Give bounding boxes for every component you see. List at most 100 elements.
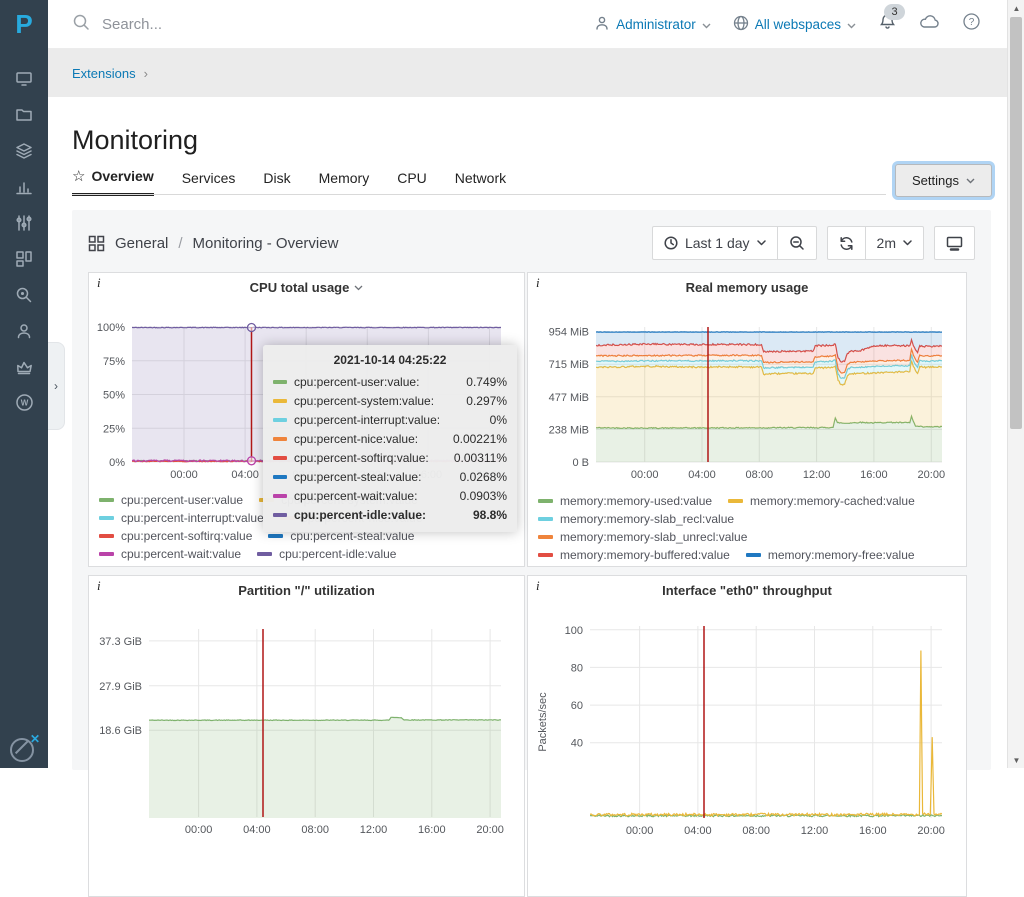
tab-cpu[interactable]: CPU bbox=[397, 167, 427, 196]
tab-label: CPU bbox=[397, 170, 427, 186]
sidebar-item-extensions[interactable] bbox=[0, 243, 48, 279]
global-search[interactable] bbox=[72, 13, 324, 36]
disk-utilization-chart[interactable]: 37.3 GiB27.9 GiB18.6 GiB00:0004:0008:001… bbox=[95, 612, 518, 872]
legend-item[interactable]: memory:memory-free:value bbox=[746, 548, 915, 562]
tooltip-row: cpu:percent-system:value:0.297% bbox=[273, 391, 507, 410]
svg-text:75%: 75% bbox=[103, 356, 125, 368]
sidebar-item-databases[interactable] bbox=[0, 135, 48, 171]
legend-item[interactable]: memory:memory-slab_unrecl:value bbox=[538, 530, 747, 544]
legend-item[interactable]: cpu:percent-user:value bbox=[99, 493, 243, 507]
svg-text:08:00: 08:00 bbox=[746, 469, 774, 481]
monitor-icon bbox=[15, 70, 33, 93]
time-range-label: Last 1 day bbox=[685, 235, 750, 251]
promo-button[interactable]: ✕ bbox=[10, 732, 40, 762]
zoom-out-icon bbox=[789, 235, 805, 251]
svg-text:00:00: 00:00 bbox=[631, 469, 659, 481]
svg-text:80: 80 bbox=[571, 662, 583, 674]
sidebar-item-tools[interactable] bbox=[0, 207, 48, 243]
svg-text:100%: 100% bbox=[97, 322, 125, 334]
sidebar-item-subscriptions[interactable] bbox=[0, 351, 48, 387]
tab-services[interactable]: Services bbox=[182, 167, 236, 196]
legend-item[interactable]: memory:memory-used:value bbox=[538, 494, 712, 508]
chevron-right-icon: › bbox=[54, 379, 58, 393]
plesk-logo[interactable]: P bbox=[0, 0, 48, 48]
search-input[interactable] bbox=[100, 15, 324, 34]
legend-swatch bbox=[538, 553, 553, 557]
legend-swatch bbox=[746, 553, 761, 557]
close-icon[interactable]: ✕ bbox=[30, 732, 40, 746]
legend-swatch bbox=[538, 535, 553, 539]
webspaces-menu[interactable]: All webspaces bbox=[733, 15, 856, 34]
chevron-down-icon bbox=[354, 285, 363, 291]
sidebar-expand-handle[interactable]: › bbox=[48, 342, 65, 430]
info-icon[interactable]: i bbox=[97, 578, 101, 594]
legend-item[interactable]: cpu:percent-idle:value bbox=[257, 547, 396, 561]
tab-overview[interactable]: ☆Overview bbox=[72, 167, 154, 196]
info-icon[interactable]: i bbox=[536, 578, 540, 594]
panel-title[interactable]: CPU total usage bbox=[89, 280, 524, 295]
legend-item[interactable]: cpu:percent-wait:value bbox=[99, 547, 241, 561]
legend-swatch bbox=[268, 534, 283, 538]
topbar: Administrator All webspaces 3 ? bbox=[48, 0, 1007, 49]
tab-disk[interactable]: Disk bbox=[263, 167, 290, 196]
vertical-scrollbar[interactable]: ▲ ▼ bbox=[1007, 0, 1024, 768]
zoom-out-button[interactable] bbox=[777, 226, 817, 260]
legend-swatch bbox=[99, 534, 114, 538]
panel-title[interactable]: Interface "eth0" throughput bbox=[528, 583, 966, 598]
sidebar-item-files[interactable] bbox=[0, 99, 48, 135]
dashboard-name[interactable]: Monitoring - Overview bbox=[193, 235, 339, 252]
scroll-up-arrow[interactable]: ▲ bbox=[1008, 0, 1024, 16]
scroll-down-arrow[interactable]: ▼ bbox=[1008, 752, 1024, 768]
user-menu[interactable]: Administrator bbox=[594, 15, 711, 34]
grafana-controls: Last 1 day 2m bbox=[652, 226, 975, 260]
sidebar-item-wordpress[interactable]: W bbox=[0, 387, 48, 423]
svg-text:12:00: 12:00 bbox=[801, 825, 829, 837]
svg-text:04:00: 04:00 bbox=[688, 469, 716, 481]
scrollbar-thumb[interactable] bbox=[1010, 17, 1022, 429]
sidebar-item-statistics[interactable] bbox=[0, 171, 48, 207]
dashboard-breadcrumb[interactable]: General / Monitoring - Overview bbox=[88, 235, 338, 252]
tab-label: Network bbox=[455, 170, 506, 186]
tooltip-row: cpu:percent-interrupt:value:0% bbox=[273, 410, 507, 429]
time-range-picker[interactable]: Last 1 day bbox=[652, 226, 778, 260]
info-icon[interactable]: i bbox=[536, 275, 540, 291]
clock-icon bbox=[664, 236, 678, 250]
refresh-interval-label: 2m bbox=[877, 235, 896, 251]
kiosk-mode-button[interactable] bbox=[934, 226, 975, 260]
legend-item[interactable]: cpu:percent-interrupt:value bbox=[99, 511, 264, 525]
sidebar-nav: W bbox=[0, 48, 48, 423]
cloud-icon[interactable] bbox=[919, 14, 940, 35]
tab-memory[interactable]: Memory bbox=[319, 167, 370, 196]
tooltip-row: cpu:percent-nice:value:0.00221% bbox=[273, 429, 507, 448]
svg-text:?: ? bbox=[969, 17, 975, 28]
legend-item[interactable]: memory:memory-cached:value bbox=[728, 494, 915, 508]
dashboard-folder[interactable]: General bbox=[115, 235, 168, 252]
notifications-button[interactable]: 3 bbox=[878, 12, 897, 36]
svg-text:238 MiB: 238 MiB bbox=[549, 424, 589, 436]
help-icon[interactable]: ? bbox=[962, 12, 981, 36]
info-icon[interactable]: i bbox=[97, 275, 101, 291]
user-icon bbox=[15, 322, 33, 345]
sidebar-item-users[interactable] bbox=[0, 315, 48, 351]
tab-network[interactable]: Network bbox=[455, 167, 506, 196]
settings-button[interactable]: Settings bbox=[895, 164, 992, 197]
sidebar-item-websites[interactable] bbox=[0, 63, 48, 99]
legend-item[interactable]: memory:memory-slab_recl:value bbox=[538, 512, 734, 526]
panel-title[interactable]: Real memory usage bbox=[528, 280, 966, 295]
globe-icon bbox=[733, 15, 749, 34]
breadcrumb-extensions[interactable]: Extensions bbox=[72, 66, 136, 81]
monitor-icon bbox=[946, 236, 963, 251]
legend-item[interactable]: memory:memory-buffered:value bbox=[538, 548, 730, 562]
legend-item[interactable]: cpu:percent-softirq:value bbox=[99, 529, 252, 543]
refresh-interval-picker[interactable]: 2m bbox=[865, 226, 924, 260]
tooltip-row: cpu:percent-wait:value:0.0903% bbox=[273, 486, 507, 505]
sidebar-item-seo[interactable] bbox=[0, 279, 48, 315]
panel-title[interactable]: Partition "/" utilization bbox=[89, 583, 524, 598]
panel-title-label: Real memory usage bbox=[686, 280, 809, 295]
eth0-throughput-chart[interactable]: 10080604000:0004:0008:0012:0016:0020:00P… bbox=[534, 612, 960, 872]
refresh-button[interactable] bbox=[827, 226, 866, 260]
legend-label: memory:memory-slab_recl:value bbox=[560, 512, 734, 526]
svg-text:60: 60 bbox=[571, 700, 583, 712]
dashboard-grid-icon bbox=[88, 235, 105, 252]
memory-usage-chart[interactable]: 954 MiB715 MiB477 MiB238 MiB0 B00:0004:0… bbox=[534, 309, 960, 499]
